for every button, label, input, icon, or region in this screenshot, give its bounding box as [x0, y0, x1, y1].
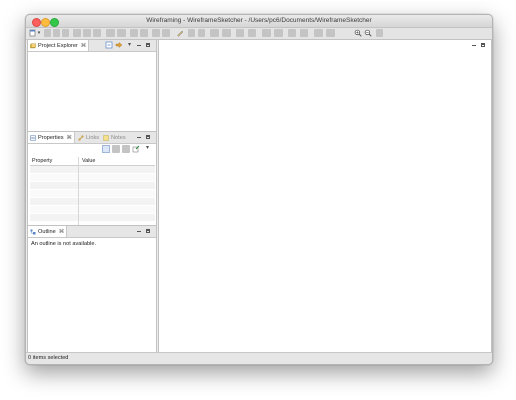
- grid-icon[interactable]: [236, 29, 244, 37]
- history-forward-icon[interactable]: [326, 29, 335, 37]
- column-divider[interactable]: [78, 157, 79, 227]
- pin-icon[interactable]: [132, 145, 140, 153]
- outline-icon: [30, 229, 36, 234]
- column-header-property: Property: [32, 158, 53, 164]
- application-window: Wireframing - WireframeSketcher - /Users…: [25, 14, 493, 365]
- ungroup-icon[interactable]: [198, 29, 205, 37]
- maximize-view-icon[interactable]: [146, 135, 150, 139]
- editor-area[interactable]: [158, 39, 492, 353]
- bring-forward-icon[interactable]: [130, 29, 138, 37]
- close-tab-icon[interactable]: ⌘: [59, 229, 65, 235]
- outline-tabstrip: Outline ⌘: [28, 226, 156, 238]
- table-row[interactable]: [30, 214, 155, 222]
- zoom-in-icon[interactable]: [354, 29, 362, 37]
- save-all-icon[interactable]: [53, 29, 60, 37]
- note-icon: [103, 134, 109, 141]
- tab-project-explorer-label: Project Explorer: [38, 42, 78, 49]
- minimize-view-icon[interactable]: [137, 137, 141, 138]
- tab-properties[interactable]: Properties ⌘: [28, 132, 76, 143]
- redo-icon[interactable]: [117, 29, 126, 37]
- export-icon[interactable]: [262, 29, 271, 37]
- send-backward-icon[interactable]: [140, 29, 148, 37]
- table-row[interactable]: [30, 190, 155, 198]
- project-explorer-tabstrip: Project Explorer ⌘ ▾: [28, 40, 156, 52]
- filter-advanced-icon[interactable]: [112, 145, 120, 153]
- restore-default-icon[interactable]: [122, 145, 130, 153]
- minimize-editor-area-icon[interactable]: [472, 45, 476, 46]
- paste-icon[interactable]: [93, 29, 101, 37]
- zoom-out-icon[interactable]: [364, 29, 372, 37]
- tab-properties-label: Properties: [38, 134, 64, 141]
- close-tab-icon[interactable]: ⌘: [67, 135, 73, 141]
- link-editor-icon[interactable]: [115, 41, 123, 49]
- folders-icon: [30, 43, 36, 48]
- column-header-value: Value: [82, 158, 96, 164]
- tab-notes[interactable]: Notes: [101, 132, 126, 143]
- close-tab-icon[interactable]: ⌘: [81, 43, 87, 49]
- table-row[interactable]: [30, 166, 155, 174]
- tab-outline-label: Outline: [38, 228, 56, 235]
- copy-icon[interactable]: [83, 29, 91, 37]
- pencil-icon[interactable]: [176, 29, 184, 37]
- properties-table: Property Value: [30, 157, 155, 222]
- tab-links[interactable]: Links: [76, 132, 99, 143]
- storyboard-icon[interactable]: [274, 29, 283, 37]
- view-menu-icon[interactable]: ▾: [146, 145, 149, 151]
- maximize-editor-area-icon[interactable]: [481, 43, 485, 47]
- tab-notes-label: Notes: [111, 134, 126, 141]
- outline-view: Outline ⌘ An outline is not available.: [27, 225, 157, 353]
- properties-icon: [30, 135, 36, 140]
- undo-icon[interactable]: [106, 29, 115, 37]
- unlock-icon[interactable]: [222, 29, 231, 37]
- table-row[interactable]: [30, 182, 155, 190]
- maximize-view-icon[interactable]: [146, 229, 150, 233]
- title-bar: Wireframing - WireframeSketcher - /Users…: [26, 15, 492, 28]
- status-bar: 0 items selected: [26, 352, 492, 364]
- table-row[interactable]: [30, 174, 155, 182]
- minimize-view-icon[interactable]: [137, 45, 141, 46]
- categories-toggle-icon[interactable]: [102, 145, 110, 153]
- new-file-icon[interactable]: [29, 29, 37, 37]
- cut-icon[interactable]: [73, 29, 81, 37]
- group-icon[interactable]: [188, 29, 195, 37]
- outline-message: An outline is not available.: [31, 241, 96, 247]
- view-menu-icon[interactable]: ▾: [128, 42, 131, 48]
- properties-table-header: Property Value: [30, 157, 155, 166]
- table-row[interactable]: [30, 206, 155, 214]
- align-center-icon[interactable]: [162, 29, 170, 37]
- zoom-fit-icon[interactable]: [376, 29, 383, 37]
- maximize-view-icon[interactable]: [146, 43, 150, 47]
- history-back-icon[interactable]: [314, 29, 323, 37]
- status-text: 0 items selected: [28, 355, 69, 361]
- collapse-all-icon[interactable]: [105, 41, 113, 49]
- project-explorer-view: Project Explorer ⌘ ▾: [27, 39, 157, 145]
- run-icon[interactable]: [288, 29, 296, 37]
- minimize-view-icon[interactable]: [137, 231, 141, 232]
- new-dropdown-chevron-icon[interactable]: ▾: [37, 29, 41, 37]
- properties-view: Properties ⌘ Links Notes ▾ Property Valu…: [27, 131, 157, 227]
- table-row[interactable]: [30, 198, 155, 206]
- snap-icon[interactable]: [248, 29, 256, 37]
- print-icon[interactable]: [62, 29, 69, 37]
- lock-icon[interactable]: [210, 29, 219, 37]
- save-icon[interactable]: [44, 29, 51, 37]
- preview-icon[interactable]: [300, 29, 308, 37]
- tab-project-explorer[interactable]: Project Explorer ⌘: [28, 40, 90, 51]
- align-left-icon[interactable]: [152, 29, 160, 37]
- link-icon: [78, 134, 84, 141]
- properties-rows: [30, 166, 155, 222]
- properties-tabstrip: Properties ⌘ Links Notes: [28, 132, 156, 144]
- window-title: Wireframing - WireframeSketcher - /Users…: [146, 17, 372, 24]
- tab-links-label: Links: [86, 134, 100, 141]
- tab-outline[interactable]: Outline ⌘: [28, 226, 68, 237]
